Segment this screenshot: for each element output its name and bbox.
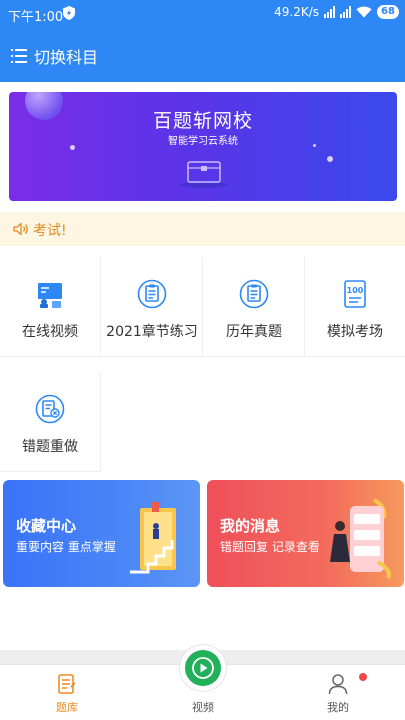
video-lecture-icon <box>38 283 62 308</box>
messages-card[interactable]: 我的消息 错题回复 记录查看 <box>207 480 404 587</box>
tab-question-bank[interactable]: 题库 <box>27 665 107 720</box>
card-subtitle: 重要内容 重点掌握 <box>16 540 116 554</box>
grid-item-wrong-questions[interactable]: 错题重做 <box>0 372 101 472</box>
shield-icon <box>63 6 75 20</box>
app-screen: 下午1:00 49.2K/s 68 切换科目 百题斩网校 智能学习云系统 考试!… <box>0 0 405 720</box>
grid-label: 历年真题 <box>226 324 282 340</box>
play-circle <box>185 650 221 686</box>
menu-icon[interactable] <box>11 49 27 63</box>
user-icon <box>328 674 348 695</box>
tab-label: 题库 <box>56 701 78 714</box>
switch-subject-title[interactable]: 切换科目 <box>34 44 98 68</box>
card-subtitle: 错题回复 记录查看 <box>220 540 320 554</box>
favorites-card[interactable]: 收藏中心 重要内容 重点掌握 <box>3 480 200 587</box>
banner-subtitle: 智能学习云系统 <box>168 136 238 147</box>
phone-messages-illustration <box>330 498 391 579</box>
status-time: 下午1:00 <box>8 10 64 25</box>
wifi-icon <box>356 6 372 18</box>
past-exams-icon <box>239 279 269 309</box>
signal-icon <box>324 6 335 18</box>
tab-label: 视频 <box>192 701 214 714</box>
book-stairs-illustration <box>130 502 176 574</box>
question-bank-icon <box>58 674 76 694</box>
grid-label: 2021章节练习 <box>106 324 198 340</box>
chapter-practice-icon <box>137 279 167 309</box>
mock-exam-icon: 100 <box>344 280 366 308</box>
notice-bar[interactable]: 考试! <box>0 212 405 246</box>
svg-text:100: 100 <box>347 286 364 295</box>
banner-title: 百题斩网校 <box>152 110 253 132</box>
grid-item-past-exams[interactable]: 历年真题 <box>204 257 305 357</box>
speaker-icon <box>13 222 28 236</box>
notification-dot <box>359 673 367 681</box>
grid-label: 错题重做 <box>22 439 78 455</box>
grid-label: 在线视频 <box>22 324 78 340</box>
status-indicators: 49.2K/s 68 <box>274 5 399 19</box>
header: 下午1:00 49.2K/s 68 切换科目 <box>0 0 405 82</box>
video-play-button[interactable] <box>180 645 226 691</box>
decorative-dot <box>327 156 333 162</box>
notice-text: 考试! <box>33 223 67 239</box>
play-icon <box>192 657 214 679</box>
grid-item-online-video[interactable]: 在线视频 <box>0 257 101 357</box>
grid-label: 模拟考场 <box>327 324 383 340</box>
status-bar: 下午1:00 49.2K/s 68 <box>0 0 405 28</box>
card-title: 我的消息 <box>220 517 281 535</box>
treasure-chest-icon <box>180 161 228 188</box>
grid-item-chapter-practice[interactable]: 2021章节练习 <box>102 257 203 357</box>
tab-mine[interactable]: 我的 <box>298 665 378 720</box>
signal-icon-2 <box>340 6 351 18</box>
network-speed: 49.2K/s <box>274 5 319 19</box>
wrong-questions-icon <box>35 394 65 424</box>
tab-label: 我的 <box>327 701 349 714</box>
battery-icon: 68 <box>377 5 399 19</box>
card-title: 收藏中心 <box>16 517 77 535</box>
grid-item-mock-exam[interactable]: 100 模拟考场 <box>305 257 405 357</box>
promo-banner[interactable]: 百题斩网校 智能学习云系统 <box>9 92 397 201</box>
